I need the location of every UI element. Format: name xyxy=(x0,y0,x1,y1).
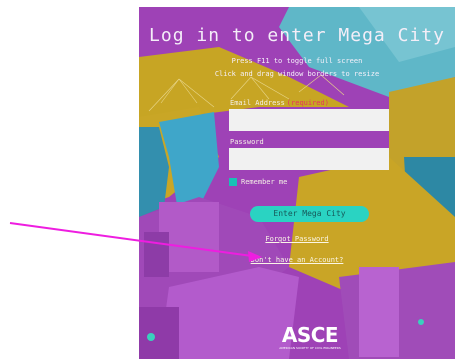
annotation-arrow xyxy=(9,222,262,262)
annotation-arrow-line xyxy=(9,222,253,257)
annotation-arrow-head xyxy=(248,251,262,262)
